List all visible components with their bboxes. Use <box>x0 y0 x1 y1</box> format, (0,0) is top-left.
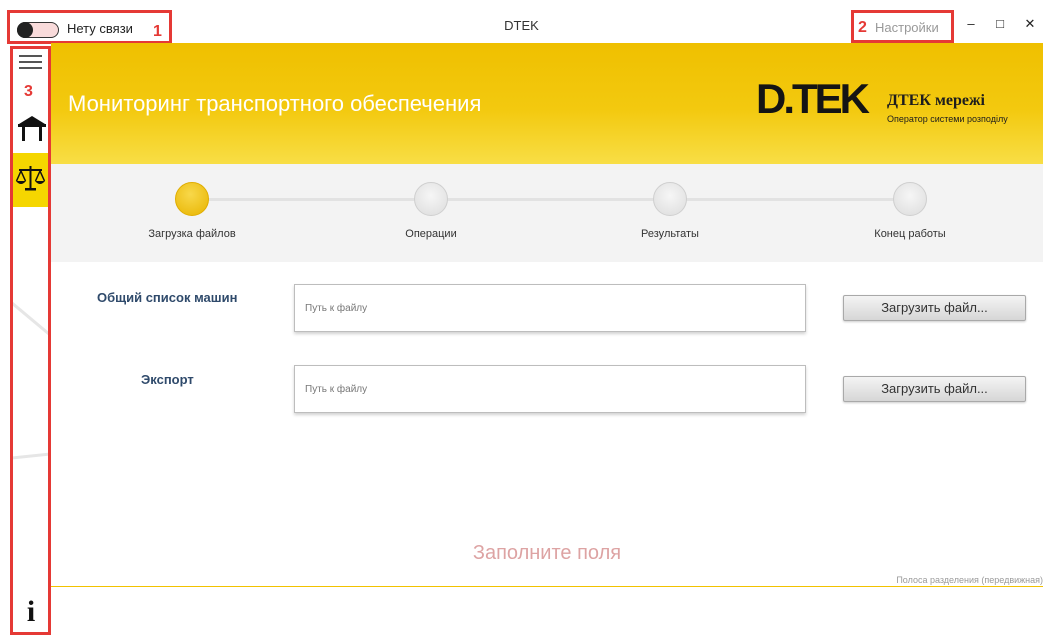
scales-icon <box>15 166 46 191</box>
decorative-line <box>13 451 48 460</box>
progress-stepper: Загрузка файлов Операции Результаты Коне… <box>51 164 1043 262</box>
step-circle-results <box>653 182 687 216</box>
decorative-line <box>13 299 48 341</box>
close-button[interactable]: ✕ <box>1022 16 1038 32</box>
step-circle-finish <box>893 182 927 216</box>
export-upload-button[interactable]: Загрузить файл... <box>843 376 1026 402</box>
maximize-button[interactable]: □ <box>992 16 1008 32</box>
step-circle-upload <box>175 182 209 216</box>
vehicle-list-label: Общий список машин <box>97 290 238 305</box>
step-label-finish: Конец работы <box>874 228 946 240</box>
stepper-line <box>192 198 910 201</box>
info-icon[interactable]: i <box>18 597 44 627</box>
settings-area: 2 Настройки <box>851 10 954 43</box>
brand-subtitle: Оператор системи розподілу <box>887 114 1008 124</box>
vehicle-list-upload-button[interactable]: Загрузить файл... <box>843 295 1026 321</box>
brand-name: ДТЕК мережі <box>887 92 985 109</box>
splitter-hint: Полоса разделения (передвижная) <box>896 575 1043 585</box>
step-label-operations: Операции <box>405 228 457 240</box>
export-label: Экспорт <box>141 372 194 387</box>
page-title: Мониторинг транспортного обеспечения <box>68 91 482 116</box>
annotation-badge-3: 3 <box>24 83 33 100</box>
title-bar: Нету связи 1 DTEK 2 Настройки – □ ✕ <box>0 0 1043 44</box>
panel-splitter[interactable] <box>51 586 1043 587</box>
dtek-logo: D.TEK <box>756 79 872 119</box>
menu-icon[interactable] <box>19 55 42 73</box>
export-path-input[interactable] <box>294 365 806 413</box>
step-circle-operations <box>414 182 448 216</box>
vehicle-list-path-input[interactable] <box>294 284 806 332</box>
home-icon[interactable] <box>17 113 47 143</box>
step-label-upload: Загрузка файлов <box>148 228 236 240</box>
sidebar: 3 i <box>10 46 51 635</box>
settings-button[interactable]: Настройки <box>875 20 939 35</box>
app-window: Нету связи 1 DTEK 2 Настройки – □ ✕ 3 i … <box>0 0 1043 635</box>
minimize-button[interactable]: – <box>963 16 979 32</box>
fill-fields-message: Заполните поля <box>472 542 622 564</box>
annotation-badge-2: 2 <box>858 19 867 36</box>
sidebar-item-scales[interactable] <box>13 153 48 207</box>
svg-text:D.TEK: D.TEK <box>756 79 870 119</box>
step-label-results: Результаты <box>641 228 699 240</box>
header-banner: Мониторинг транспортного обеспечения D.T… <box>51 43 1043 164</box>
